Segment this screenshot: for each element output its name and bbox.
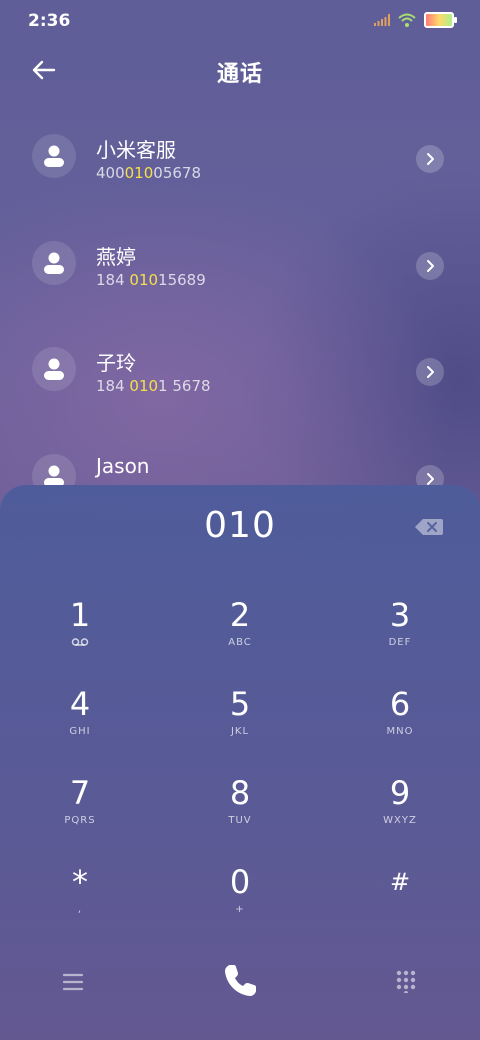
header: 通话 [0, 44, 480, 96]
wifi-icon [398, 13, 416, 27]
chevron-right-icon [427, 260, 434, 272]
key-star[interactable]: * , [20, 864, 140, 942]
contact-name: 子玲 [96, 351, 136, 375]
key-9[interactable]: 9 WXYZ [340, 775, 460, 853]
key-7[interactable]: 7 PQRS [20, 775, 140, 853]
menu-icon[interactable] [60, 969, 86, 995]
key-digit: # [389, 868, 411, 896]
dialpad-panel: 010 1 2 ABC 3 DEF 4 GHI 5 JKL 6 MNO 7 PQ… [0, 485, 480, 1040]
key-letters: GHI [69, 726, 91, 737]
key-digit: 9 [389, 774, 411, 812]
signal-icon [374, 14, 390, 26]
key-digit: 2 [229, 596, 251, 634]
dialpad-actions [0, 955, 480, 1025]
contact-item[interactable]: Jason [0, 430, 480, 485]
key-letters: + [235, 904, 245, 915]
key-digit: 5 [229, 685, 251, 723]
key-letters: ABC [228, 637, 252, 648]
key-digit: 1 [69, 596, 91, 634]
key-hash[interactable]: # [340, 864, 460, 942]
key-6[interactable]: 6 MNO [340, 686, 460, 764]
contact-item[interactable]: 子玲 184 0101 5678 [0, 323, 480, 419]
contact-name: 燕婷 [96, 245, 136, 269]
key-letters: MNO [386, 726, 414, 737]
contact-detail-button[interactable] [416, 252, 444, 280]
contact-detail-button[interactable] [416, 145, 444, 173]
phone-icon[interactable] [218, 959, 262, 1003]
key-3[interactable]: 3 DEF [340, 597, 460, 675]
key-2[interactable]: 2 ABC [180, 597, 300, 675]
status-bar: 2:36 [0, 0, 480, 40]
key-letters: JKL [230, 726, 250, 737]
key-letters: TUV [228, 815, 252, 826]
key-digit: 0 [229, 863, 251, 901]
match-highlight: 010 [129, 377, 159, 395]
contact-number: 184 0101 5678 [96, 377, 211, 395]
key-digit: 6 [389, 685, 411, 723]
key-digit: 4 [69, 685, 91, 723]
avatar [32, 347, 76, 391]
key-letters: PQRS [64, 815, 96, 826]
status-icons [374, 12, 457, 28]
key-0[interactable]: 0 + [180, 864, 300, 942]
contact-number: 40001005678 [96, 164, 201, 182]
contact-item[interactable]: 燕婷 184 01015689 [0, 217, 480, 313]
battery-icon [424, 12, 457, 28]
key-digit: 3 [389, 596, 411, 634]
backspace-icon[interactable] [414, 517, 444, 537]
key-letters: , [77, 904, 83, 915]
key-letters [20, 637, 140, 651]
chevron-right-icon [427, 153, 434, 165]
contact-list: 小米客服 40001005678 燕婷 184 01015689 子玲 184 … [0, 110, 480, 485]
contact-number: 184 01015689 [96, 271, 206, 289]
contact-detail-button[interactable] [416, 465, 444, 485]
chevron-right-icon [427, 366, 434, 378]
person-icon [44, 465, 64, 485]
contact-name: 小米客服 [96, 138, 176, 162]
match-highlight: 010 [129, 271, 159, 289]
avatar [32, 134, 76, 178]
status-time: 2:36 [28, 11, 71, 31]
person-icon [44, 358, 64, 380]
person-icon [44, 145, 64, 167]
contact-detail-button[interactable] [416, 358, 444, 386]
page-title: 通话 [216, 62, 263, 87]
voicemail-icon [71, 638, 89, 646]
contact-item[interactable]: 小米客服 40001005678 [0, 110, 480, 206]
key-8[interactable]: 8 TUV [180, 775, 300, 853]
key-5[interactable]: 5 JKL [180, 686, 300, 764]
dialpad-icon[interactable] [394, 969, 418, 993]
key-1[interactable]: 1 [20, 597, 140, 675]
key-4[interactable]: 4 GHI [20, 686, 140, 764]
key-letters: DEF [388, 637, 412, 648]
match-highlight: 010 [124, 164, 154, 182]
key-digit: * [72, 863, 88, 901]
chevron-right-icon [427, 473, 434, 485]
dialed-number-display[interactable]: 010 [0, 505, 480, 546]
avatar [32, 241, 76, 285]
key-letters [340, 904, 460, 918]
avatar [32, 454, 76, 485]
contact-name: Jason [96, 454, 150, 478]
key-digit: 8 [229, 774, 251, 812]
person-icon [44, 252, 64, 274]
key-letters: WXYZ [383, 815, 417, 826]
key-digit: 7 [69, 774, 91, 812]
